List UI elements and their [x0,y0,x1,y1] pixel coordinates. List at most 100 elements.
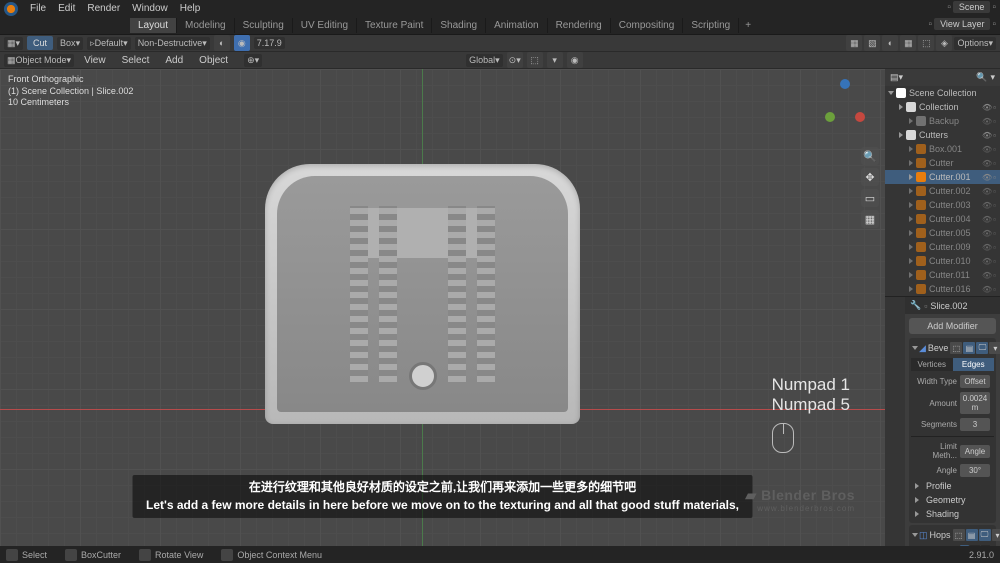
hide-icon[interactable]: 👁 [982,229,992,238]
render-icon[interactable]: ▫ [993,173,996,182]
filter-icon[interactable]: ▾ [990,72,995,83]
tool-r2[interactable]: ▧ [864,35,880,51]
mod-render-icon[interactable]: ▾ [992,529,1000,541]
object-menu[interactable]: Object [193,53,234,68]
render-icon[interactable]: ▫ [993,243,996,252]
add-tab-button[interactable]: + [739,18,757,33]
global-select[interactable]: Global ▾ [466,54,503,67]
hide-icon[interactable]: 👁 [982,201,992,210]
expand-icon[interactable] [909,286,913,292]
view-menu[interactable]: View [78,53,112,68]
hide-icon[interactable]: 👁 [982,117,992,126]
ortho-icon[interactable]: ▦ [861,210,879,228]
vertices-tab[interactable]: Vertices [911,358,953,371]
expand-icon[interactable] [909,230,913,236]
tab-shading[interactable]: Shading [432,18,486,33]
section-geometry[interactable]: Geometry [911,493,994,507]
expand-icon[interactable] [909,188,913,194]
expand-icon[interactable] [899,104,903,110]
viewlayer-field[interactable]: View Layer [934,18,990,30]
tab-modeling[interactable]: Modeling [177,18,235,33]
expand-icon[interactable] [909,146,913,152]
render-icon[interactable]: ▫ [993,285,996,294]
options-dropdown[interactable]: Options ▾ [954,37,996,50]
outliner-item[interactable]: Box.001👁▫ [885,142,1000,156]
orient-select[interactable]: ⊕▾ [244,54,262,67]
outliner-item[interactable]: Cutter.003👁▫ [885,198,1000,212]
box-dropdown[interactable]: Box ▾ [57,37,83,50]
hide-icon[interactable]: 👁 [982,257,992,266]
search-icon[interactable]: 🔍 [976,72,987,83]
nav-gizmo[interactable] [825,97,865,137]
tool-r1[interactable]: ▦ [846,35,862,51]
tab-animation[interactable]: Animation [486,18,547,33]
limit-field[interactable]: Angle [960,445,990,458]
zoom-icon[interactable]: 🔍 [861,147,879,165]
outliner-item[interactable]: Cutter.004👁▫ [885,212,1000,226]
outliner-item[interactable]: Cutter.011👁▫ [885,268,1000,282]
render-icon[interactable]: ▫ [993,201,996,210]
expand-icon[interactable] [899,132,903,138]
render-icon[interactable]: ▫ [993,117,996,126]
hide-icon[interactable]: 👁 [982,285,992,294]
collapse-icon[interactable] [912,533,918,537]
tb-icon-1[interactable]: ◐ [214,35,230,51]
width-type-field[interactable]: Offset [960,375,990,388]
collapse-icon[interactable] [912,346,918,350]
hide-icon[interactable]: 👁 [982,159,992,168]
outliner-item[interactable]: Backup👁▫ [885,114,1000,128]
outliner-item[interactable]: Cutter.005👁▫ [885,226,1000,240]
expand-icon[interactable] [909,272,913,278]
render-icon[interactable]: ▫ [993,215,996,224]
expand-icon[interactable] [909,118,913,124]
tool-r5[interactable]: ⬚ [918,35,934,51]
view-layer-icon[interactable]: ▤▾ [890,72,903,83]
outliner-root[interactable]: Scene Collection [885,86,1000,100]
tool-r6[interactable]: ◈ [936,35,952,51]
tb-icon-2[interactable]: ◉ [234,35,250,51]
expand-icon[interactable] [915,511,919,517]
snap-icon[interactable]: ⬚ [527,52,543,68]
menu-render[interactable]: Render [81,1,126,16]
proportional-icon[interactable]: ◉ [567,52,583,68]
pivot-icon[interactable]: ⊙▾ [507,52,523,68]
outliner-item[interactable]: Cutter.010👁▫ [885,254,1000,268]
menu-help[interactable]: Help [174,1,207,16]
render-icon[interactable]: ▫ [993,229,996,238]
destructive-dropdown[interactable]: Non-Destructive ▾ [135,37,210,50]
new-icon[interactable]: ▫ [992,19,996,30]
mod-render-icon[interactable]: ▾ [989,342,1000,354]
snap-drop-icon[interactable]: ▾ [547,52,563,68]
add-menu[interactable]: Add [159,53,189,68]
render-icon[interactable]: ▫ [993,145,996,154]
default-dropdown[interactable]: ▹ Default ▾ [87,37,131,50]
z-axis-dot[interactable] [840,79,850,89]
hide-icon[interactable]: 👁 [982,271,992,280]
tab-texture-paint[interactable]: Texture Paint [357,18,432,33]
x-axis-dot[interactable] [855,112,865,122]
mod-edit-icon[interactable]: ▤ [963,342,975,354]
expand-icon[interactable] [915,497,919,503]
outliner-item[interactable]: Cutter👁▫ [885,156,1000,170]
expand-icon[interactable] [909,174,913,180]
outliner-item[interactable]: Cutter.002👁▫ [885,184,1000,198]
properties-panel[interactable]: 🖵 🖨 ▫ ◉ 🌐 ▣ 🔧 ✦ ⚛ 🔗 ▽ ◐ 🔧 ▫ Slice.002 Ad… [905,297,1000,563]
cut-button[interactable]: Cut [27,36,53,50]
tab-compositing[interactable]: Compositing [611,18,684,33]
hide-icon[interactable]: 👁 [982,145,992,154]
hide-icon[interactable]: 👁 [982,243,992,252]
3d-viewport[interactable]: Front Orthographic (1) Scene Collection … [0,69,885,563]
expand-icon[interactable] [909,244,913,250]
expand-icon[interactable] [915,483,919,489]
expand-icon[interactable] [909,216,913,222]
expand-icon[interactable] [909,258,913,264]
edges-tab[interactable]: Edges [953,358,995,371]
select-menu[interactable]: Select [116,53,156,68]
outliner-item[interactable]: Collection👁▫ [885,100,1000,114]
hide-icon[interactable]: 👁 [982,187,992,196]
y-axis-dot[interactable] [825,112,835,122]
mod-cage-icon[interactable]: ⬚ [950,342,962,354]
menu-edit[interactable]: Edit [52,1,81,16]
outliner-item[interactable]: Cutter.009👁▫ [885,240,1000,254]
angle-field[interactable]: 30° [960,464,990,477]
